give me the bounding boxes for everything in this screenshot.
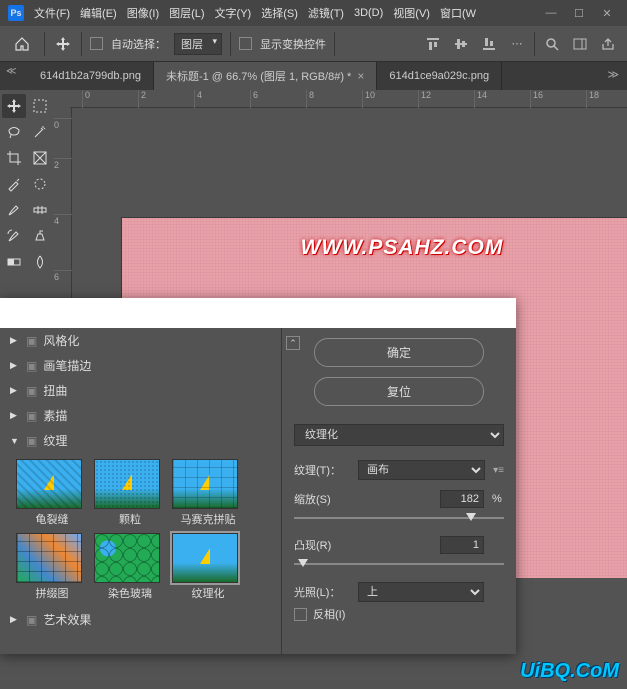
home-icon[interactable] — [8, 30, 36, 58]
workspace-icon[interactable] — [569, 33, 591, 55]
frame-tool[interactable] — [28, 146, 52, 170]
filter-thumb-texturizer[interactable]: 纹理化 — [172, 533, 244, 601]
texture-label: 纹理(T)： — [294, 462, 350, 478]
filter-thumb-stained-glass[interactable]: 染色玻璃 — [94, 533, 166, 601]
filter-cat-texture[interactable]: ▼▣纹理 — [0, 428, 281, 453]
texture-dropdown[interactable]: 画布 — [358, 460, 485, 480]
scale-input[interactable] — [440, 490, 484, 508]
filter-cat-brushstrokes[interactable]: ▶▣画笔描边 — [0, 353, 281, 378]
tab-doc-1[interactable]: 614d1b2a799db.png — [28, 62, 154, 90]
auto-select-label: 自动选择： — [111, 36, 166, 52]
menu-bar: Ps 文件(F) 编辑(E) 图像(I) 图层(L) 文字(Y) 选择(S) 滤… — [0, 0, 627, 26]
show-transform-label: 显示变换控件 — [260, 36, 326, 52]
maximize-button[interactable]: ☐ — [567, 4, 591, 22]
filter-thumb-mosaic-tiles[interactable]: 马赛克拼贴 — [172, 459, 244, 527]
gradient-tool[interactable] — [2, 250, 26, 274]
filter-thumb-grain[interactable]: 颗粒 — [94, 459, 166, 527]
align-vcenter-icon[interactable] — [450, 33, 472, 55]
relief-input[interactable] — [440, 536, 484, 554]
auto-select-checkbox[interactable] — [90, 37, 103, 50]
filter-gallery-dialog: ▶▣风格化 ▶▣画笔描边 ▶▣扭曲 ▶▣素描 ▼▣纹理 龟裂缝 颗粒 马赛克拼贴… — [0, 298, 516, 654]
menu-file[interactable]: 文件(F) — [34, 5, 70, 21]
tabs-scroll-right-icon[interactable]: ≫ — [599, 62, 627, 90]
marquee-tool[interactable] — [28, 94, 52, 118]
reset-button[interactable]: 复位 — [314, 377, 484, 406]
eyedropper-tool[interactable] — [2, 172, 26, 196]
light-dropdown[interactable]: 上 — [358, 582, 484, 602]
light-label: 光照(L)： — [294, 584, 350, 600]
filter-cat-distort[interactable]: ▶▣扭曲 — [0, 378, 281, 403]
filter-category-panel: ▶▣风格化 ▶▣画笔描边 ▶▣扭曲 ▶▣素描 ▼▣纹理 龟裂缝 颗粒 马赛克拼贴… — [0, 328, 282, 654]
menu-type[interactable]: 文字(Y) — [215, 5, 252, 21]
auto-select-dropdown[interactable]: 图层 — [174, 33, 222, 55]
menu-select[interactable]: 选择(S) — [261, 5, 298, 21]
tabs-scroll-left-icon[interactable]: ≪ — [6, 66, 16, 77]
tab-doc-3[interactable]: 614d1ce9a029c.png — [377, 62, 502, 90]
scale-slider[interactable] — [294, 512, 504, 524]
move-tool-icon — [53, 34, 73, 54]
collapse-toggle-icon[interactable]: ⌃ — [286, 336, 300, 350]
page-watermark: UiBQ.CoM — [520, 660, 619, 683]
invert-label: 反相(I) — [313, 606, 345, 622]
menu-view[interactable]: 视图(V) — [393, 5, 430, 21]
filter-cat-stylize[interactable]: ▶▣风格化 — [0, 328, 281, 353]
menu-filter[interactable]: 滤镜(T) — [308, 5, 344, 21]
history-brush-tool[interactable] — [2, 224, 26, 248]
brush-tool[interactable] — [2, 198, 26, 222]
invert-checkbox[interactable] — [294, 608, 307, 621]
tools-panel — [0, 90, 54, 278]
clone-stamp-tool[interactable] — [28, 224, 52, 248]
ok-button[interactable]: 确定 — [314, 338, 484, 367]
healing-tool[interactable] — [28, 198, 52, 222]
search-icon[interactable] — [541, 33, 563, 55]
filter-thumb-patchwork[interactable]: 拼缀图 — [16, 533, 88, 601]
texture-menu-icon[interactable]: ▾≡ — [493, 465, 504, 476]
more-options-icon[interactable]: ⋯ — [506, 33, 528, 55]
tab-close-icon[interactable]: × — [357, 69, 364, 83]
minimize-button[interactable]: ― — [539, 4, 563, 22]
lasso-tool[interactable] — [2, 120, 26, 144]
horizontal-ruler: 0 2 4 6 8 10 12 14 16 18 — [70, 90, 627, 108]
relief-label: 凸现(R) — [294, 537, 350, 553]
menu-image[interactable]: 图像(I) — [127, 5, 159, 21]
close-button[interactable]: ✕ — [595, 4, 619, 22]
blur-tool[interactable] — [28, 250, 52, 274]
share-icon[interactable] — [597, 33, 619, 55]
filter-settings-panel: ⌃ 确定 复位 纹理化 纹理(T)： 画布 ▾≡ 缩放(S) % 凸现(R) — [282, 328, 516, 654]
scale-label: 缩放(S) — [294, 491, 350, 507]
menu-3d[interactable]: 3D(D) — [354, 7, 383, 19]
app-logo: Ps — [8, 5, 24, 21]
canvas-watermark: WWW.PSAHZ.COM — [301, 236, 504, 260]
tab-doc-2[interactable]: 未标题-1 @ 66.7% (图层 1, RGB/8#) *× — [154, 62, 377, 90]
move-tool[interactable] — [2, 94, 26, 118]
filter-cat-artistic[interactable]: ▶▣艺术效果 — [0, 607, 281, 632]
document-tabs: ≪ 614d1b2a799db.png 未标题-1 @ 66.7% (图层 1,… — [0, 62, 627, 90]
quick-select-tool[interactable] — [28, 172, 52, 196]
scale-unit: % — [492, 493, 504, 505]
filter-thumb-craquelure[interactable]: 龟裂缝 — [16, 459, 88, 527]
menu-window[interactable]: 窗口(W — [440, 5, 476, 21]
relief-slider[interactable] — [294, 558, 504, 570]
show-transform-checkbox[interactable] — [239, 37, 252, 50]
magic-wand-tool[interactable] — [28, 120, 52, 144]
filter-cat-sketch[interactable]: ▶▣素描 — [0, 403, 281, 428]
align-top-icon[interactable] — [422, 33, 444, 55]
menu-edit[interactable]: 编辑(E) — [80, 5, 117, 21]
align-bottom-icon[interactable] — [478, 33, 500, 55]
menu-layer[interactable]: 图层(L) — [169, 5, 204, 21]
options-bar: 自动选择： 图层 显示变换控件 ⋯ — [0, 26, 627, 62]
filter-name-dropdown[interactable]: 纹理化 — [294, 424, 504, 446]
crop-tool[interactable] — [2, 146, 26, 170]
